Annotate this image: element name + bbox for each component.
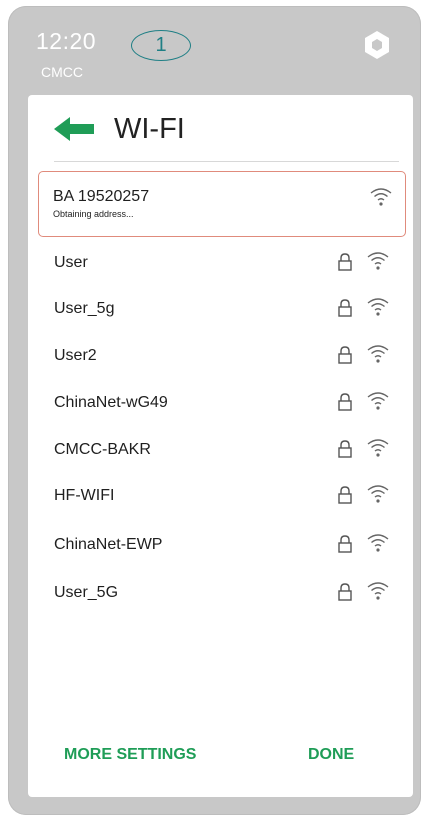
- hexagon-icon[interactable]: [363, 29, 391, 61]
- network-name: User_5g: [54, 300, 115, 317]
- back-arrow-icon[interactable]: [54, 117, 102, 141]
- lock-icon: [338, 440, 352, 458]
- network-item[interactable]: ChinaNet-wG49: [52, 390, 404, 418]
- network-item[interactable]: User2: [52, 343, 404, 371]
- more-settings-button[interactable]: MORE SETTINGS: [64, 746, 196, 764]
- network-item-selected[interactable]: BA 19520257 Obtaining address...: [38, 171, 406, 237]
- network-name: ChinaNet-wG49: [54, 394, 168, 411]
- network-item[interactable]: HF-WIFI: [52, 483, 404, 511]
- network-status: Obtaining address...: [53, 209, 134, 219]
- lock-icon: [338, 535, 352, 553]
- network-name: CMCC-BAKR: [54, 441, 151, 458]
- wifi-panel: WI-FI BA 19520257 Obtaining address... U…: [28, 95, 413, 797]
- lock-icon: [338, 253, 352, 271]
- lock-icon: [338, 486, 352, 504]
- network-name: User2: [54, 347, 97, 364]
- network-item[interactable]: ChinaNet-EWP: [52, 532, 404, 560]
- wifi-icon: [367, 392, 389, 410]
- wifi-icon: [367, 534, 389, 552]
- network-item[interactable]: User_5G: [52, 580, 404, 608]
- network-item[interactable]: CMCC-BAKR: [52, 437, 404, 465]
- lock-icon: [338, 393, 352, 411]
- network-name: HF-WIFI: [54, 487, 115, 504]
- lock-icon: [338, 299, 352, 317]
- callout-badge: 1: [131, 30, 191, 61]
- network-item[interactable]: User: [52, 250, 404, 278]
- lock-icon: [338, 583, 352, 601]
- network-name: ChinaNet-EWP: [54, 536, 163, 553]
- status-carrier: CMCC: [41, 64, 83, 80]
- header: WI-FI: [28, 95, 413, 161]
- done-button[interactable]: DONE: [308, 746, 354, 764]
- wifi-icon: [367, 582, 389, 600]
- network-name: User_5G: [54, 584, 119, 601]
- status-time: 12:20: [36, 28, 97, 54]
- network-name: BA 19520257: [53, 188, 150, 205]
- network-item[interactable]: User_5g: [52, 296, 404, 324]
- page-title: WI-FI: [114, 113, 185, 145]
- wifi-icon: [367, 345, 389, 363]
- wifi-icon: [367, 252, 389, 270]
- divider: [54, 161, 399, 162]
- network-name: User: [54, 254, 88, 271]
- wifi-icon: [367, 439, 389, 457]
- lock-icon: [338, 346, 352, 364]
- wifi-icon: [367, 485, 389, 503]
- wifi-icon: [370, 188, 392, 206]
- wifi-icon: [367, 298, 389, 316]
